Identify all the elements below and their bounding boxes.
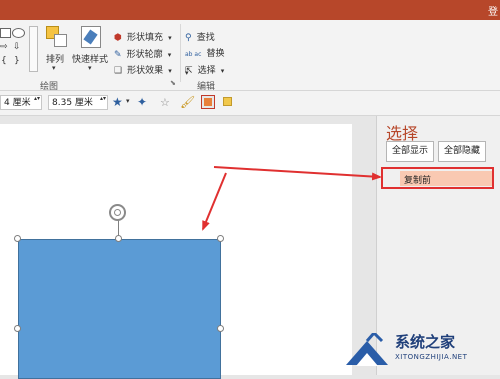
annotation-arrow-to-list	[213, 166, 382, 181]
watermark-title: 系统之家	[395, 333, 456, 351]
watermark: 系统之家 XITONGZHIJIA.NET	[340, 323, 500, 375]
annotation-arrow-to-shape	[202, 172, 227, 231]
house-logo-icon	[342, 330, 392, 367]
house-logo-svg	[346, 330, 388, 366]
watermark-url: XITONGZHIJIA.NET	[395, 353, 468, 361]
annotation-arrows	[202, 166, 382, 231]
